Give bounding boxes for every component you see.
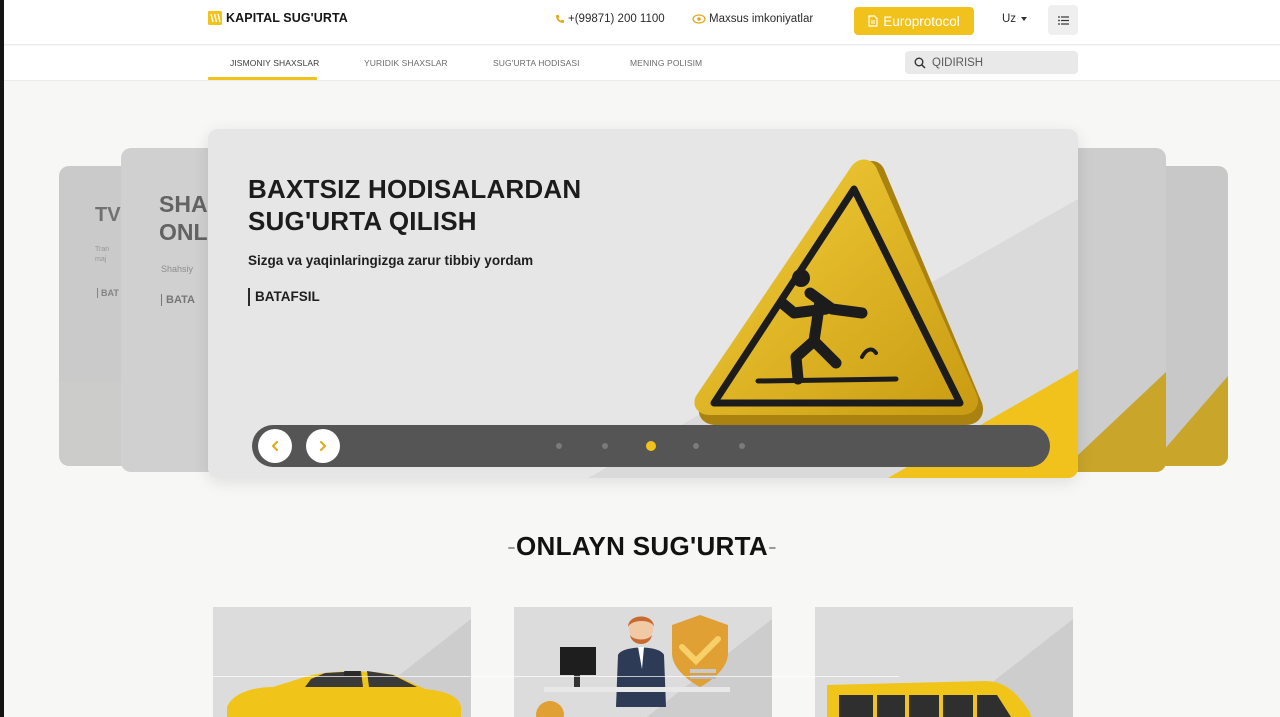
carousel-dot[interactable]: [556, 443, 562, 449]
phone-icon: [556, 15, 564, 23]
carousel-next-button[interactable]: [306, 429, 340, 463]
ghost-slide-text: Tran: [95, 246, 110, 253]
phone-number: +(99871) 200 1100: [568, 13, 665, 25]
document-icon: [868, 15, 878, 27]
phone-link[interactable]: +(99871) 200 1100: [555, 13, 665, 25]
menu-button[interactable]: [1048, 5, 1078, 35]
language-selector[interactable]: Uz: [1002, 13, 1028, 25]
brand-name: KAPITAL SUG'URTA: [226, 11, 348, 25]
nav-active-indicator: [208, 77, 317, 80]
top-header: KAPITAL SUG'URTA +(99871) 200 1100 Maxsu…: [4, 0, 1280, 45]
nav-item-my-policy[interactable]: MENING POLISIM: [630, 58, 702, 68]
card-illustration-car: [213, 607, 471, 717]
search-icon: [914, 57, 926, 69]
europrotocol-button[interactable]: Europrotocol: [854, 7, 974, 35]
nav-item-insurance-case[interactable]: SUG'URTA HODISASI: [493, 58, 580, 68]
europrotocol-label: Europrotocol: [883, 13, 960, 29]
main-nav: JISMONIY SHAXSLAR YURIDIK SHAXSLAR SUG'U…: [4, 46, 1280, 81]
nav-item-individuals[interactable]: JISMONIY SHAXSLAR: [230, 58, 319, 68]
logo-mark-icon: [208, 11, 222, 25]
language-label: Uz: [1002, 13, 1017, 25]
list-menu-icon: [1057, 15, 1069, 25]
warning-sign-illustration: [694, 159, 984, 441]
ghost-slide-more: BATA: [161, 294, 195, 306]
carousel-ghost-slide[interactable]: SHA ONL Shahsiy BATA: [121, 148, 221, 472]
carousel-dot[interactable]: [602, 443, 608, 449]
window-edge: [0, 0, 4, 717]
logo[interactable]: KAPITAL SUG'URTA: [208, 11, 348, 25]
eye-icon: [692, 14, 706, 24]
nav-item-legal-entities[interactable]: YURIDIK SHAXSLAR: [364, 58, 448, 68]
card-illustration-office: [514, 607, 772, 717]
chevron-right-icon: [320, 441, 326, 451]
product-card-office[interactable]: [514, 607, 772, 717]
ghost-slide-text: Shahsiy: [161, 264, 194, 274]
title-dash-left: -: [507, 531, 517, 561]
carousel-dot-active[interactable]: [646, 441, 656, 451]
product-card-car[interactable]: [213, 607, 471, 717]
ghost-slide-title: TV: [95, 204, 121, 226]
ghost-slide-text: maj: [95, 256, 107, 263]
slide-subtitle: Sizga va yaqinlaringizga zarur tibbiy yo…: [248, 253, 534, 268]
caret-down-icon: [1021, 17, 1028, 21]
carousel-dot[interactable]: [739, 443, 745, 449]
carousel-prev-button[interactable]: [258, 429, 292, 463]
accessibility-link[interactable]: Maxsus imkoniyatlar: [692, 13, 813, 25]
carousel-active-slide: BAXTSIZ HODISALARDAN SUG'URTA QILISH Siz…: [208, 129, 1078, 478]
section-title: -ONLAYN SUG'URTA-: [507, 531, 777, 561]
chevron-left-icon: [272, 441, 278, 451]
overlay-line: [213, 676, 899, 677]
ghost-slide-more: BAT: [97, 288, 119, 298]
product-card-van[interactable]: [815, 607, 1073, 717]
title-dash-right: -: [767, 531, 777, 561]
card-illustration-van: [815, 607, 1073, 717]
slide-title: BAXTSIZ HODISALARDAN SUG'URTA QILISH: [248, 174, 582, 236]
search-box: [905, 51, 1078, 74]
accessibility-label: Maxsus imkoniyatlar: [709, 13, 814, 25]
slide-more-link[interactable]: BATAFSIL: [248, 288, 320, 306]
search-input[interactable]: [932, 56, 1072, 69]
ghost-slide-title: SHA ONL: [159, 191, 208, 245]
carousel-controls: [252, 425, 1050, 467]
carousel-dot[interactable]: [693, 443, 699, 449]
